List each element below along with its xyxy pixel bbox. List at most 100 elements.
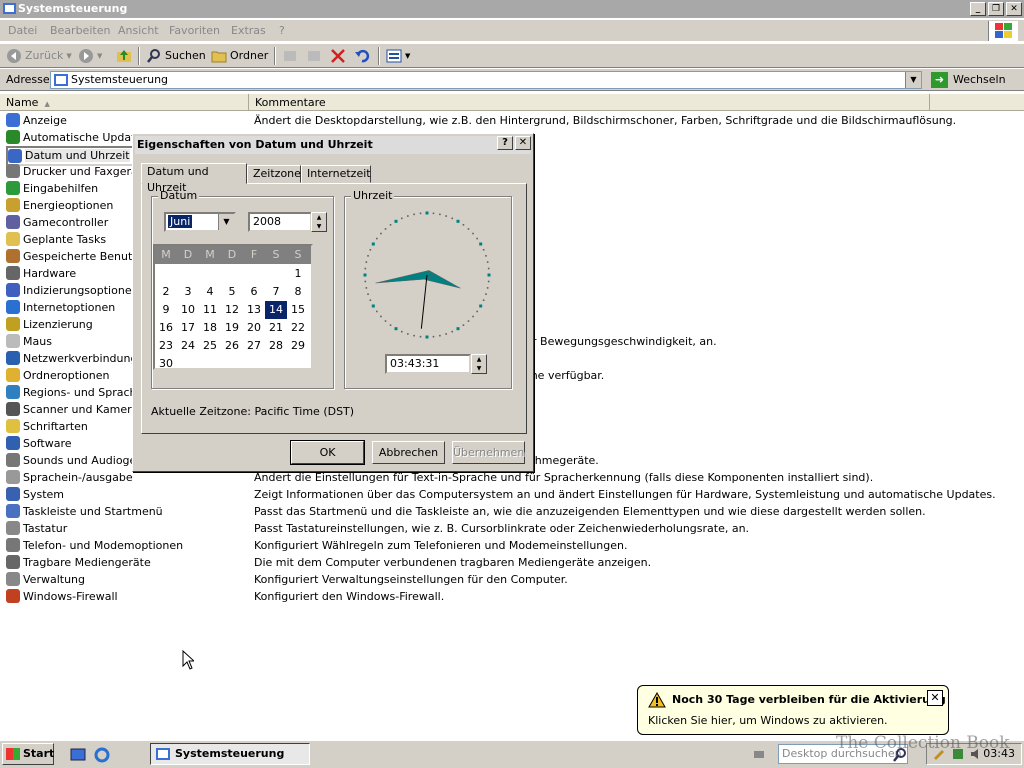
year-input[interactable]: 2008 <box>248 212 312 232</box>
tab-datum-und-uhrzeit[interactable]: Datum und Uhrzeit <box>141 163 247 194</box>
address-dropdown-button[interactable]: ▼ <box>905 72 921 88</box>
calendar-day[interactable]: 19 <box>221 319 243 337</box>
item-icon <box>6 215 20 229</box>
clock-minute-mark <box>380 315 382 318</box>
calendar-day[interactable]: 25 <box>199 337 221 355</box>
calendar-day[interactable]: 15 <box>287 301 309 319</box>
item-icon <box>6 402 20 416</box>
calendar-day[interactable]: 7 <box>265 283 287 301</box>
calendar-day[interactable]: 20 <box>243 319 265 337</box>
year-spinner[interactable]: ▲ ▼ <box>311 212 327 232</box>
calendar-day[interactable]: 12 <box>221 301 243 319</box>
column-header-name[interactable]: Name ▲ <box>0 94 249 111</box>
calendar-day[interactable]: 2 <box>155 283 177 301</box>
dialog-close-button[interactable]: ✕ <box>515 136 531 150</box>
calendar-day[interactable]: 9 <box>155 301 177 319</box>
close-button[interactable]: ✕ <box>1006 2 1022 16</box>
network-icon[interactable] <box>752 747 766 761</box>
address-input[interactable]: Systemsteuerung ▼ <box>50 71 922 89</box>
clock-minute-mark <box>451 330 454 333</box>
move-to-button[interactable] <box>282 48 298 64</box>
views-button[interactable]: ▼ <box>386 48 410 64</box>
list-item[interactable]: Anzeige <box>6 112 246 129</box>
weekday-label: M <box>161 248 171 261</box>
dialog-title-bar[interactable]: Eigenschaften von Datum und Uhrzeit <box>135 136 531 154</box>
list-item[interactable]: Telefon- und Modemoptionen <box>6 537 246 554</box>
list-item[interactable]: Windows-Firewall <box>6 588 246 605</box>
item-label: Ordneroptionen <box>23 369 110 382</box>
menu-help[interactable]: ? <box>279 24 285 37</box>
calendar-day[interactable]: 11 <box>199 301 221 319</box>
forward-button[interactable]: ▼ <box>78 48 102 64</box>
back-button[interactable]: Zurück ▼ <box>6 48 72 64</box>
calendar-day[interactable]: 21 <box>265 319 287 337</box>
calendar-day[interactable]: 18 <box>199 319 221 337</box>
list-item[interactable]: Taskleiste und Startmenü <box>6 503 246 520</box>
search-button[interactable]: Suchen <box>146 48 206 64</box>
maximize-button[interactable]: ❐ <box>988 2 1004 16</box>
spin-up-icon: ▲ <box>316 214 322 221</box>
up-folder-icon <box>117 50 131 62</box>
calendar-day[interactable]: 22 <box>287 319 309 337</box>
internet-explorer-icon[interactable] <box>94 747 110 763</box>
copy-to-button[interactable] <box>306 48 322 64</box>
datetime-dialog: Eigenschaften von Datum und Uhrzeit ? ✕ … <box>132 133 534 472</box>
calendar-day[interactable]: 23 <box>155 337 177 355</box>
menu-datei[interactable]: Datei <box>8 24 37 37</box>
calendar-day[interactable]: 29 <box>287 337 309 355</box>
calendar-day[interactable]: 30 <box>155 355 177 373</box>
calendar-day[interactable]: 5 <box>221 283 243 301</box>
calendar-day[interactable]: 28 <box>265 337 287 355</box>
calendar-day[interactable]: 4 <box>199 283 221 301</box>
time-spinner[interactable]: ▲ ▼ <box>471 354 487 374</box>
menu-favoriten[interactable]: Favoriten <box>169 24 220 37</box>
calendar-day[interactable]: 24 <box>177 337 199 355</box>
calendar-day[interactable]: 10 <box>177 301 199 319</box>
list-item[interactable]: System <box>6 486 246 503</box>
menu-bearbeiten[interactable]: Bearbeiten <box>50 24 110 37</box>
tab-zeitzone[interactable]: Zeitzone <box>247 165 301 183</box>
calendar-day[interactable]: 16 <box>155 319 177 337</box>
calendar-day[interactable]: 14 <box>265 301 287 319</box>
balloon-close-button[interactable]: ✕ <box>927 690 943 706</box>
calendar-day[interactable]: 27 <box>243 337 265 355</box>
column-header-comment[interactable]: Kommentare <box>249 94 930 111</box>
clock-hour-mark <box>456 327 460 331</box>
undo-button[interactable] <box>354 48 370 64</box>
menu-extras[interactable]: Extras <box>231 24 266 37</box>
calendar-day[interactable]: 6 <box>243 283 265 301</box>
cancel-button[interactable]: Abbrechen <box>372 441 445 464</box>
activation-balloon[interactable]: Noch 30 Tage verbleiben für die Aktivier… <box>637 685 949 735</box>
dialog-help-button[interactable]: ? <box>497 136 513 150</box>
list-item[interactable]: Tastatur <box>6 520 246 537</box>
calendar-day[interactable]: 17 <box>177 319 199 337</box>
clock-minute-mark <box>485 255 487 257</box>
calendar-day[interactable]: 3 <box>177 283 199 301</box>
calendar-day[interactable]: 8 <box>287 283 309 301</box>
title-bar[interactable]: Systemsteuerung _ ❐ ✕ <box>0 0 1024 18</box>
time-input[interactable]: 03:43:31 <box>385 354 471 374</box>
go-button[interactable]: ➜Wechseln zu <box>929 71 1019 104</box>
apply-button[interactable]: Übernehmen <box>452 441 525 464</box>
delete-button[interactable] <box>330 48 346 64</box>
month-select[interactable]: Juni ▼ <box>164 212 236 232</box>
ok-button[interactable]: OK <box>290 440 365 465</box>
folders-button[interactable]: Ordner <box>211 48 268 64</box>
menu-ansicht[interactable]: Ansicht <box>118 24 159 37</box>
tab-internetzeit[interactable]: Internetzeit <box>301 165 371 183</box>
list-item[interactable]: Verwaltung <box>6 571 246 588</box>
show-desktop-icon[interactable] <box>70 747 86 763</box>
calendar-day[interactable]: 13 <box>243 301 265 319</box>
minimize-button[interactable]: _ <box>970 2 986 16</box>
weekday-label: M <box>205 248 215 261</box>
mouse-cursor-icon <box>182 650 194 670</box>
calendar-day[interactable]: 26 <box>221 337 243 355</box>
up-folder-button[interactable] <box>116 48 132 64</box>
taskbar-item-systemsteuerung[interactable]: Systemsteuerung <box>150 743 310 765</box>
start-button[interactable]: Start <box>2 743 54 765</box>
list-item[interactable]: Tragbare Mediengeräte <box>6 554 246 571</box>
clock-minute-mark <box>472 315 474 318</box>
clock-second-hand <box>420 274 428 329</box>
calendar-day[interactable]: 1 <box>287 265 309 283</box>
item-comment: Konfiguriert Wählregeln zum Telefonieren… <box>254 539 628 552</box>
